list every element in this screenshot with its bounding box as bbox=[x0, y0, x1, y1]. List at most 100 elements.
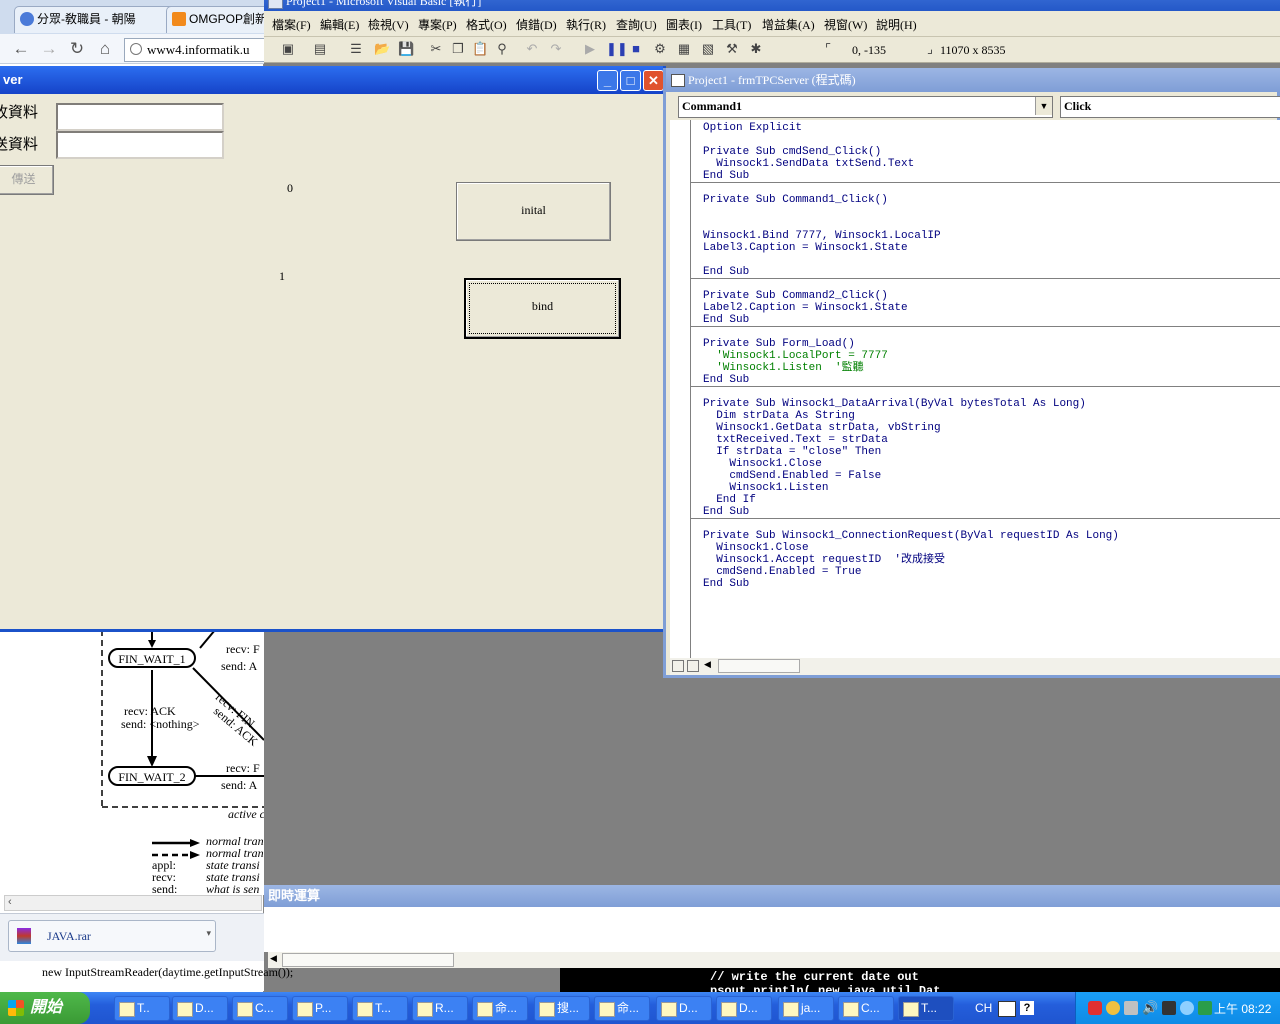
send-button[interactable]: 傳送 bbox=[0, 165, 54, 195]
app-icon bbox=[599, 1002, 615, 1017]
scroll-left-icon[interactable]: ◀ bbox=[270, 953, 277, 964]
received-text-field[interactable] bbox=[56, 103, 224, 131]
scroll-left-icon[interactable]: ‹ bbox=[8, 896, 12, 908]
start-button[interactable]: 開始 bbox=[0, 992, 90, 1024]
code-window-title-bar[interactable]: Project1 - frmTPCServer (程式碼) bbox=[666, 68, 1280, 92]
browser-tab-1[interactable]: 分眾-敎職員 - 朝陽 × bbox=[14, 6, 188, 33]
menu-run[interactable]: 執行(R) bbox=[566, 16, 606, 33]
taskbar-button[interactable]: ja... bbox=[778, 996, 834, 1021]
redo-icon[interactable]: ↷ bbox=[548, 41, 564, 57]
cut-icon[interactable]: ✂ bbox=[428, 41, 444, 57]
reload-icon[interactable]: ↻ bbox=[66, 38, 88, 60]
taskbar-button[interactable]: C... bbox=[232, 996, 288, 1021]
scroll-left-icon[interactable]: ◀ bbox=[704, 659, 711, 670]
taskbar-button[interactable]: D... bbox=[716, 996, 772, 1021]
inital-button[interactable]: inital bbox=[456, 182, 611, 241]
project-explorer-icon[interactable]: ⚙ bbox=[652, 41, 668, 57]
properties-icon[interactable]: ▦ bbox=[676, 41, 692, 57]
procedure-combo[interactable]: Click bbox=[1060, 96, 1280, 118]
add-project-icon[interactable]: ▣ bbox=[280, 41, 296, 57]
edge-label: recv: F bbox=[226, 642, 260, 656]
immediate-horizontal-scrollbar[interactable]: ◀ bbox=[268, 952, 1280, 968]
page-text: new InputStreamReader(daytime.getInputSt… bbox=[0, 961, 293, 991]
home-icon[interactable]: ⌂ bbox=[94, 38, 116, 60]
break-icon[interactable]: ❚❚ bbox=[606, 41, 628, 57]
object-combo[interactable]: Command1 ▼ bbox=[678, 96, 1053, 118]
form-title-bar[interactable]: ver _ □ ✕ bbox=[0, 66, 664, 94]
find-icon[interactable]: ⚲ bbox=[494, 41, 510, 57]
update-icon[interactable] bbox=[1180, 1001, 1194, 1015]
display-icon[interactable] bbox=[1162, 1001, 1176, 1015]
app-icon bbox=[119, 1002, 135, 1017]
taskbar-button[interactable]: R... bbox=[412, 996, 468, 1021]
procedure-view-icon[interactable] bbox=[672, 660, 684, 672]
menu-file[interactable]: 檔案(F) bbox=[272, 16, 311, 33]
menu-tools[interactable]: 工具(T) bbox=[712, 16, 751, 33]
code-editor[interactable]: Option Explicit Private Sub cmdSend_Click… bbox=[690, 120, 1280, 658]
add-form-icon[interactable]: ▤ bbox=[312, 41, 328, 57]
menu-help[interactable]: 說明(H) bbox=[876, 16, 917, 33]
menu-query[interactable]: 查詢(U) bbox=[616, 16, 657, 33]
taskbar-button-label: T... bbox=[375, 1001, 392, 1015]
code-line: Private Sub cmdSend_Click() bbox=[703, 146, 882, 158]
taskbar-button[interactable]: 命... bbox=[472, 996, 528, 1021]
browser-horizontal-scrollbar[interactable]: ‹ bbox=[4, 895, 262, 911]
help-icon[interactable]: ? bbox=[1020, 1001, 1034, 1015]
taskbar-button[interactable]: P... bbox=[292, 996, 348, 1021]
scroll-thumb[interactable] bbox=[282, 953, 454, 967]
menu-view[interactable]: 檢視(V) bbox=[368, 16, 409, 33]
language-indicator[interactable]: CH bbox=[975, 1001, 992, 1015]
form-layout-icon[interactable]: ▧ bbox=[700, 41, 716, 57]
toolbox-icon[interactable]: ✱ bbox=[748, 41, 764, 57]
taskbar-button[interactable]: D... bbox=[172, 996, 228, 1021]
code-line: cmdSend.Enabled = True bbox=[703, 566, 862, 578]
send-text-field[interactable] bbox=[56, 131, 224, 159]
menu-editor-icon[interactable]: ☰ bbox=[348, 41, 364, 57]
antivirus-icon[interactable] bbox=[1088, 1001, 1102, 1015]
forward-icon[interactable]: → bbox=[38, 38, 60, 60]
object-browser-icon[interactable]: ⚒ bbox=[724, 41, 740, 57]
menu-debug[interactable]: 偵錯(D) bbox=[516, 16, 557, 33]
close-button[interactable]: ✕ bbox=[643, 70, 664, 91]
back-icon[interactable]: ← bbox=[10, 38, 32, 60]
bind-button[interactable]: bind bbox=[464, 278, 621, 339]
immediate-window-input[interactable] bbox=[264, 907, 1280, 952]
code-horizontal-scrollbar[interactable]: ◀ bbox=[670, 658, 1280, 675]
start-icon[interactable]: ▶ bbox=[582, 41, 598, 57]
menu-window[interactable]: 視窗(W) bbox=[824, 16, 867, 33]
menu-project[interactable]: 專案(P) bbox=[418, 16, 457, 33]
end-icon[interactable]: ■ bbox=[628, 41, 644, 57]
copy-icon[interactable]: ❐ bbox=[450, 41, 466, 57]
chevron-down-icon[interactable]: ▼ bbox=[1035, 97, 1052, 115]
maximize-button[interactable]: □ bbox=[620, 70, 641, 91]
device-icon[interactable] bbox=[1124, 1001, 1138, 1015]
open-icon[interactable]: 📂 bbox=[374, 41, 390, 57]
paste-icon[interactable]: 📋 bbox=[472, 41, 488, 57]
taskbar-button[interactable]: T... bbox=[352, 996, 408, 1021]
security-icon[interactable] bbox=[1198, 1001, 1212, 1015]
volume-icon[interactable]: 🔊 bbox=[1142, 1000, 1158, 1016]
keyboard-icon[interactable] bbox=[998, 1001, 1016, 1017]
taskbar-button[interactable]: T.. bbox=[114, 996, 170, 1021]
active-close-label: active c bbox=[228, 807, 265, 821]
scroll-thumb[interactable] bbox=[718, 659, 800, 673]
menu-diagram[interactable]: 圖表(I) bbox=[666, 16, 702, 33]
clock[interactable]: 上午 08:22 bbox=[1214, 1000, 1271, 1017]
taskbar-button[interactable]: C... bbox=[838, 996, 894, 1021]
minimize-button[interactable]: _ bbox=[597, 70, 618, 91]
full-module-view-icon[interactable] bbox=[687, 660, 699, 672]
immediate-window-title[interactable]: 即時運算 bbox=[264, 885, 1280, 907]
network-icon[interactable] bbox=[1106, 1001, 1120, 1015]
save-icon[interactable]: 💾 bbox=[398, 41, 414, 57]
download-item[interactable]: JAVA.rar ▾ bbox=[8, 920, 216, 952]
undo-icon[interactable]: ↶ bbox=[524, 41, 540, 57]
taskbar-button-label: 命... bbox=[617, 1001, 640, 1015]
taskbar-button[interactable]: D... bbox=[656, 996, 712, 1021]
menu-format[interactable]: 格式(O) bbox=[466, 16, 507, 33]
menu-edit[interactable]: 編輯(E) bbox=[320, 16, 359, 33]
taskbar-button[interactable]: 命... bbox=[594, 996, 650, 1021]
menu-addins[interactable]: 增益集(A) bbox=[762, 16, 815, 33]
taskbar-button[interactable]: T... bbox=[898, 996, 954, 1021]
taskbar-button[interactable]: 搜... bbox=[534, 996, 590, 1021]
chevron-down-icon[interactable]: ▾ bbox=[206, 928, 211, 939]
